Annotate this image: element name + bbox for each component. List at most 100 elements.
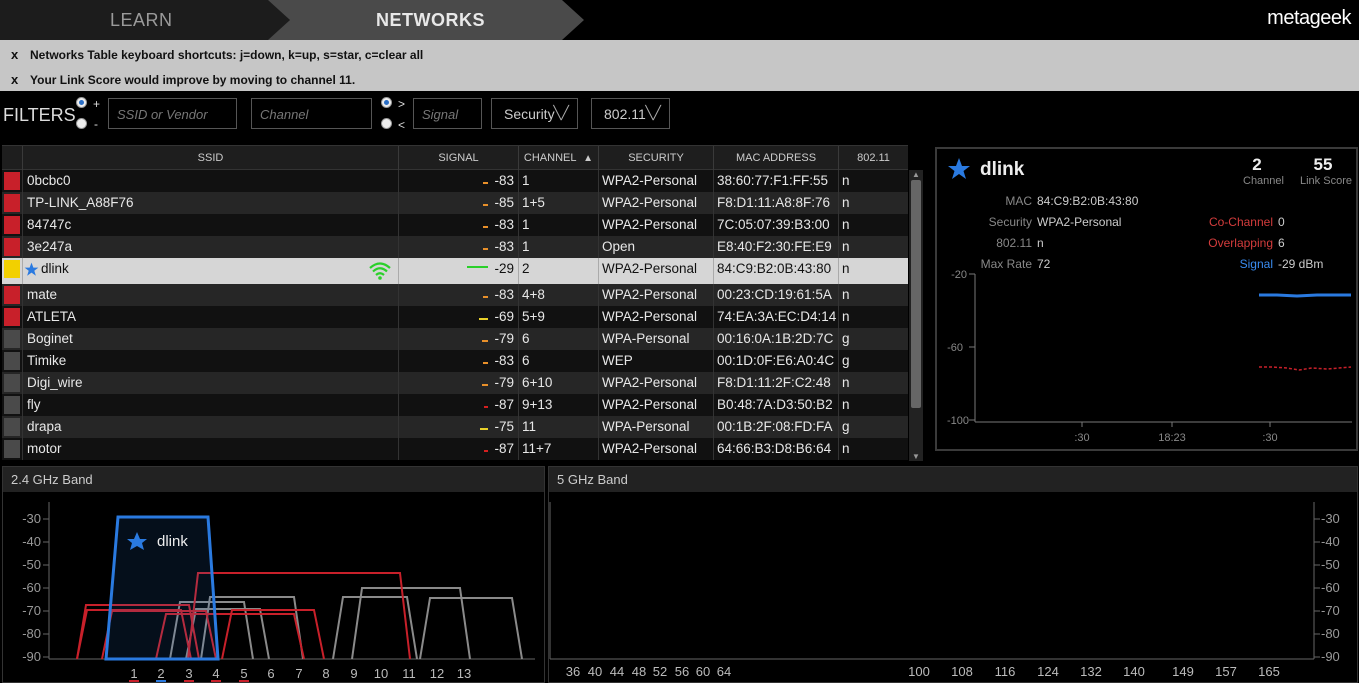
scroll-down-icon[interactable]: ▼	[911, 452, 921, 461]
y-tick-label: -100	[947, 415, 969, 427]
table-row[interactable]: TP-LINK_A88F76 -85 1+5 WPA2-Personal F8:D1:1…	[2, 192, 908, 214]
mac-cell: E8:40:F2:30:FE:E9	[717, 239, 832, 254]
table-row[interactable]: Boginet -79 6 WPA-Personal 00:16:0A:1B:2D:7C…	[2, 328, 908, 350]
network-color-swatch[interactable]	[4, 374, 20, 392]
dot11-dropdown[interactable]: 802.11 ╲╱	[591, 98, 670, 129]
mac-value: 84:C9:B2:0B:43:80	[1037, 194, 1139, 208]
network-color-swatch[interactable]	[4, 308, 20, 326]
channel-label: 157	[1215, 664, 1237, 679]
scrollbar-thumb[interactable]	[911, 180, 921, 408]
channel-label: 52	[653, 664, 667, 679]
network-color-swatch[interactable]	[4, 396, 20, 414]
column-header-channel[interactable]: CHANNEL ▲	[518, 146, 598, 171]
column-divider	[398, 372, 399, 394]
security-dropdown-label: Security	[504, 106, 555, 122]
network-color-swatch[interactable]	[4, 216, 20, 234]
dot11-cell: n	[842, 397, 850, 412]
column-divider	[838, 170, 839, 192]
column-divider	[22, 394, 23, 416]
y-tick-label: -70	[22, 603, 41, 618]
column-divider	[518, 170, 519, 192]
signal-less-radio[interactable]	[381, 118, 392, 129]
security-cell: WPA2-Personal	[602, 217, 698, 232]
mac-label: MAC	[1005, 194, 1032, 208]
dismiss-notice-button[interactable]: x	[11, 47, 18, 62]
network-color-swatch[interactable]	[4, 172, 20, 190]
column-divider	[838, 372, 839, 394]
security-cell: WPA2-Personal	[602, 261, 698, 276]
filters-bar: FILTERS + - SSID or Vendor Channel > < S…	[0, 91, 1359, 137]
column-header-channel-label: CHANNEL	[523, 152, 577, 164]
column-divider	[398, 192, 399, 214]
network-color-swatch[interactable]	[4, 330, 20, 348]
table-row[interactable]: mate -83 4+8 WPA2-Personal 00:23:CD:19:61:5A…	[2, 284, 908, 306]
column-divider	[518, 372, 519, 394]
column-divider	[518, 416, 519, 438]
network-color-swatch[interactable]	[4, 418, 20, 436]
table-row[interactable]: 84747c -83 1 WPA2-Personal 7C:05:07:39:B3:00…	[2, 214, 908, 236]
star-icon[interactable]	[947, 157, 971, 181]
ssid-cell: Digi_wire	[27, 375, 83, 390]
channel-label: 7	[295, 666, 302, 681]
security-dropdown[interactable]: Security ╲╱	[491, 98, 578, 129]
tab-learn[interactable]: LEARN	[0, 0, 290, 40]
column-header-ssid[interactable]: SSID	[22, 146, 398, 171]
signal-cell: -83	[494, 353, 514, 368]
column-divider	[598, 192, 599, 214]
ssid-cell: Boginet	[27, 331, 73, 346]
wifi-connected-icon	[369, 262, 391, 280]
ssid-vendor-input[interactable]: SSID or Vendor	[108, 98, 237, 129]
column-header-80211[interactable]: 802.11	[838, 146, 908, 171]
table-row[interactable]: drapa -75 11 WPA-Personal 00:1B:2F:08:FD:FA g	[2, 416, 908, 438]
ssid-cell: 84747c	[27, 217, 72, 232]
table-row[interactable]: 0bcbc0 -83 1 WPA2-Personal 38:60:77:F1:FF:55…	[2, 170, 908, 192]
column-divider	[518, 192, 519, 214]
band-24-panel: 2.4 GHz Band -30 -40 -50 -60 -70 -80 -90	[2, 466, 545, 683]
network-color-swatch[interactable]	[4, 440, 20, 458]
exclude-radio[interactable]	[76, 118, 87, 129]
star-icon[interactable]	[24, 262, 39, 277]
table-row[interactable]: motor -87 11+7 WPA2-Personal 64:66:B3:D8:B6:…	[2, 438, 908, 460]
table-row[interactable]: Timike -83 6 WEP 00:1D:0F:E6:A0:4C g	[2, 350, 908, 372]
band-24-title: 2.4 GHz Band	[3, 467, 544, 492]
column-header-signal[interactable]: SIGNAL	[398, 146, 518, 171]
network-detail-panel: dlink 2 Channel 55 Link Score MAC 84:C9:…	[935, 147, 1358, 451]
table-row[interactable]: 3e247a -83 1 Open E8:40:F2:30:FE:E9 n	[2, 236, 908, 258]
signal-greater-radio[interactable]	[381, 97, 392, 108]
security-label: Security	[988, 215, 1032, 229]
column-divider	[838, 284, 839, 306]
network-color-swatch[interactable]	[4, 194, 20, 212]
table-row[interactable]: fly -87 9+13 WPA2-Personal B0:48:7A:D3:50:B2…	[2, 394, 908, 416]
column-divider	[713, 328, 714, 350]
column-header-security[interactable]: SECURITY	[598, 146, 713, 171]
include-radio[interactable]	[76, 97, 87, 108]
dot11-cell: n	[842, 441, 850, 456]
y-tick-label: -50	[1321, 557, 1340, 572]
column-header-mac[interactable]: MAC ADDRESS	[713, 146, 838, 171]
dismiss-notice-button[interactable]: x	[11, 72, 18, 87]
y-tick-label: -40	[1321, 534, 1340, 549]
channel-input[interactable]: Channel	[251, 98, 372, 129]
table-row[interactable]: ATLETA -69 5+9 WPA2-Personal 74:EA:3A:EC:D4:…	[2, 306, 908, 328]
network-color-swatch[interactable]	[4, 286, 20, 304]
network-color-swatch[interactable]	[4, 352, 20, 370]
channel-label: 5	[240, 666, 247, 681]
dot11-cell: g	[842, 331, 850, 346]
table-row[interactable]: dlink -29 2 WPA2-Personal 84:C9:B2:0B:43:80 n	[2, 258, 908, 284]
y-tick-label: -70	[1321, 603, 1340, 618]
overlapping-label: Overlapping	[1208, 236, 1273, 250]
column-divider	[598, 284, 599, 306]
column-divider	[398, 258, 399, 284]
ssid-cell: dlink	[41, 261, 69, 276]
scroll-up-icon[interactable]: ▲	[911, 170, 921, 179]
cochannel-value: 0	[1278, 215, 1285, 229]
table-scrollbar[interactable]: ▲ ▼	[909, 170, 923, 461]
signal-input[interactable]: Signal	[413, 98, 482, 129]
network-color-swatch[interactable]	[4, 238, 20, 256]
top-nav: LEARN NETWORKS metageek	[0, 0, 1359, 40]
network-color-swatch[interactable]	[4, 260, 20, 278]
tab-networks[interactable]: NETWORKS	[268, 0, 584, 40]
column-divider	[22, 328, 23, 350]
table-row[interactable]: Digi_wire -79 6+10 WPA2-Personal F8:D1:11:2F…	[2, 372, 908, 394]
column-divider	[713, 214, 714, 236]
